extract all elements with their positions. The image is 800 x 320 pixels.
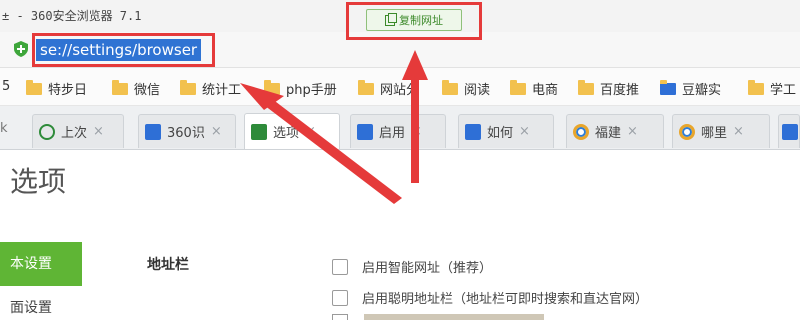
tab-label: 启用 (379, 126, 406, 141)
bookmark-item[interactable]: php手册 (264, 79, 337, 98)
settings-sidebar: 本设置 面设置 (0, 242, 90, 320)
ring-icon (573, 123, 589, 140)
tab-close-icon[interactable]: × (305, 124, 316, 139)
tab-item[interactable]: 福建 × (566, 114, 664, 148)
tab-item-partial[interactable] (778, 114, 800, 148)
tab-item[interactable]: 哪里 × (672, 114, 770, 148)
bookmark-item[interactable]: 网站分 (358, 79, 419, 98)
bookmark-item[interactable]: 豆瓣实 (660, 79, 721, 98)
folder-icon (442, 79, 458, 95)
bookmark-item[interactable]: 电商 (510, 79, 558, 98)
paw-icon (145, 123, 161, 140)
sidebar-item-interface-settings[interactable]: 面设置 (0, 286, 82, 320)
bookmark-label: 电商 (532, 83, 559, 98)
sidebar-item-basic-settings[interactable]: 本设置 (0, 242, 82, 286)
tab-item[interactable]: 如何 × (458, 114, 554, 148)
tab-close-icon[interactable]: × (411, 124, 422, 139)
folder-icon (578, 79, 594, 95)
bookmark-partial: 5 (2, 79, 11, 94)
section-label-address-bar: 地址栏 (147, 257, 189, 273)
bookmark-item[interactable]: 阅读 (442, 79, 490, 98)
douban-icon (660, 79, 676, 95)
bookmark-label: 统计工 (202, 83, 242, 98)
bookmark-item[interactable]: 特步日 (26, 79, 87, 98)
folder-icon (264, 79, 280, 95)
annotation-box-copy-url (346, 2, 482, 40)
annotation-box-url (32, 33, 215, 67)
folder-icon (748, 79, 764, 95)
bookmark-label: 阅读 (464, 83, 491, 98)
option-label: 启用聪明地址栏（地址栏可即时搜索和直达官网） (362, 292, 649, 307)
bookmark-label: 百度推 (600, 83, 640, 98)
tab-item[interactable]: 上次 × (32, 114, 124, 148)
bookmark-label: 特步日 (48, 83, 88, 98)
tab-label: 360识 (167, 126, 205, 141)
bookmarks-bar: 5 特步日 微信 统计工 php手册 网站分 阅读 电商 百度推 豆瓣实 学工 (0, 68, 800, 106)
folder-icon (26, 79, 42, 95)
tab-item-active[interactable]: 选项 × (244, 113, 340, 149)
bookmark-label: 网站分 (380, 83, 420, 98)
folder-icon (358, 79, 374, 95)
bookmark-label: php手册 (286, 83, 337, 98)
bookmark-item[interactable]: 微信 (112, 79, 160, 98)
paw-icon (465, 123, 481, 140)
page-title: 选项 (10, 165, 67, 198)
smart-address-bar-checkbox[interactable] (332, 289, 348, 306)
tab-label: 选项 (273, 126, 300, 141)
tab-close-icon[interactable]: × (211, 124, 222, 139)
ring-icon (679, 123, 695, 140)
option-label-partial (364, 314, 544, 320)
bookmark-label: 学工 (770, 83, 797, 98)
tab-item[interactable]: 启用 × (350, 114, 446, 148)
option-smart-address-bar[interactable]: 启用聪明地址栏（地址栏可即时搜索和直达官网） (332, 288, 648, 307)
tab-label: 上次 (61, 126, 88, 141)
paw-icon (357, 123, 373, 140)
folder-icon (112, 79, 128, 95)
option-label: 启用智能网址（推荐） (362, 261, 493, 276)
option-smart-url[interactable]: 启用智能网址（推荐） (332, 257, 492, 276)
tab-strip: k 上次 × 360识 × 选项 × 启用 × 如何 × 福建 × 哪里 × (0, 106, 800, 150)
option-checkbox-partial[interactable] (332, 314, 348, 320)
tab-partial: k (0, 121, 8, 136)
bookmark-item[interactable]: 统计工 (180, 79, 241, 98)
tab-close-icon[interactable]: × (93, 124, 104, 139)
tab-label: 哪里 (701, 126, 728, 141)
smart-url-checkbox[interactable] (332, 258, 348, 275)
tab-close-icon[interactable]: × (733, 124, 744, 139)
bookmark-label: 豆瓣实 (682, 83, 722, 98)
window-title: ± - 360安全浏览器 7.1 (2, 9, 142, 23)
folder-icon (180, 79, 196, 95)
tab-close-icon[interactable]: × (627, 124, 638, 139)
wrench-icon (251, 123, 267, 140)
tab-close-icon[interactable]: × (519, 124, 530, 139)
bookmark-label: 微信 (134, 83, 161, 98)
shield-icon (14, 41, 28, 57)
browser-window: ± - 360安全浏览器 7.1 复制网址 se://settings/brow… (0, 0, 800, 320)
bookmark-item[interactable]: 学工 (748, 79, 796, 98)
bookmark-item[interactable]: 百度推 (578, 79, 639, 98)
paw-icon (782, 123, 798, 140)
tab-item[interactable]: 360识 × (138, 114, 236, 148)
tab-label: 福建 (595, 126, 622, 141)
clock-icon (39, 123, 55, 140)
folder-icon (510, 79, 526, 95)
tab-label: 如何 (487, 126, 514, 141)
